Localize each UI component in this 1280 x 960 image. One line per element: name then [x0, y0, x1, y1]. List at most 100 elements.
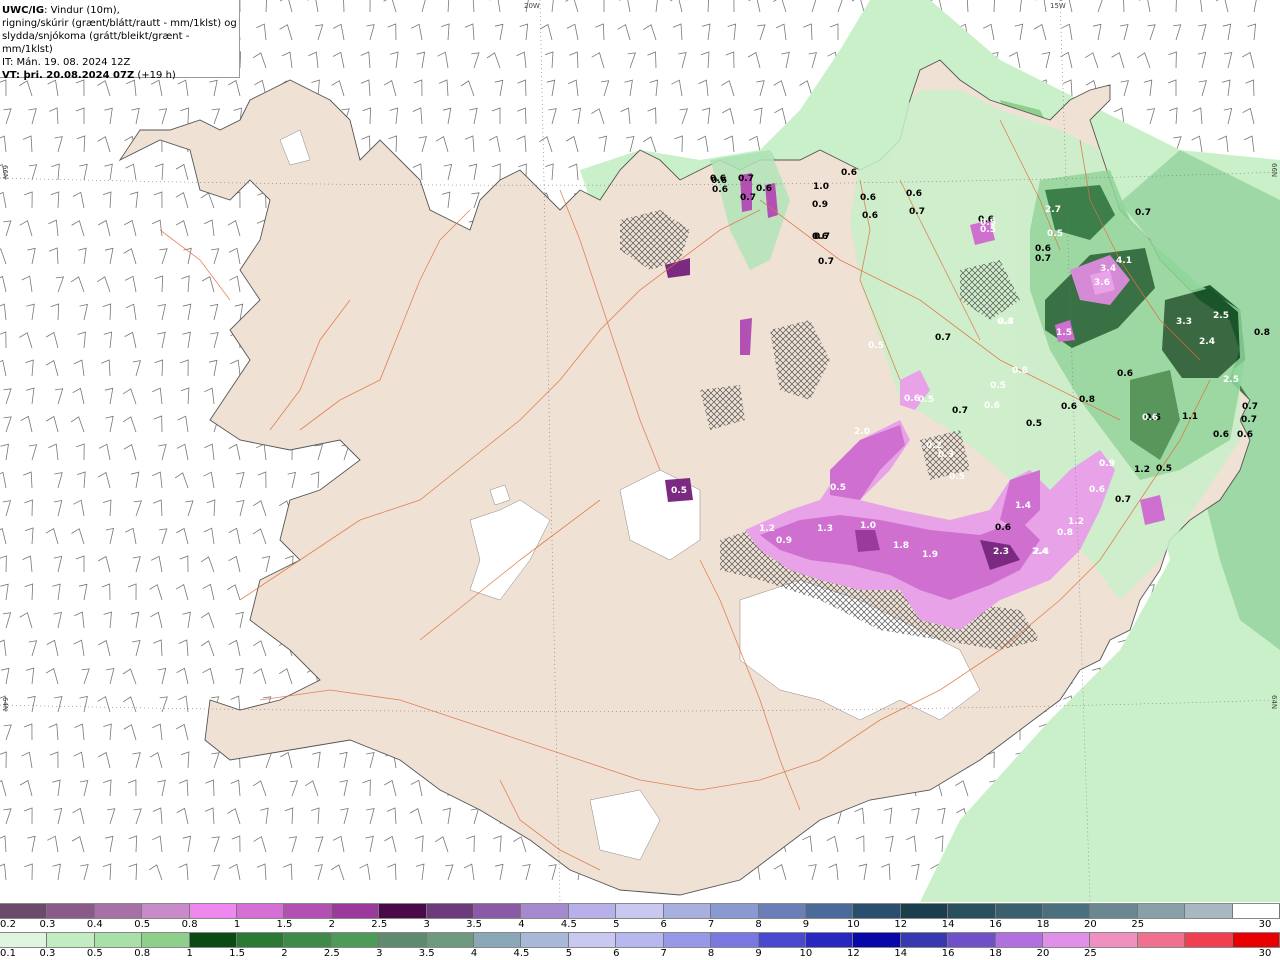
precip-value-label: 1.8: [893, 541, 909, 551]
precip-value-label: 0.7: [1241, 415, 1257, 425]
precip-value-label: 1.4: [1015, 501, 1031, 511]
snow-legend-label: 0.3: [39, 919, 56, 930]
title-line-2: rigning/skúrir (grænt/blátt/rautt - mm/1…: [2, 18, 237, 29]
rain-legend-cell: [521, 933, 569, 947]
precip-value-label: 0.6: [904, 394, 920, 404]
precip-value-label: 0.5: [980, 218, 996, 228]
precip-value-label: 0.8: [1057, 528, 1073, 538]
rain-legend-cell: [1232, 933, 1280, 947]
rain-legend-label: 14: [894, 948, 908, 959]
rain-legend-cell: [616, 933, 664, 947]
rain-legend-label: 16: [941, 948, 955, 959]
precip-value-label: 3.3: [1176, 317, 1192, 327]
snow-legend-label: 3.5: [466, 919, 483, 930]
snow-legend-label: 2.5: [371, 919, 388, 930]
precip-value-label: 0.8: [1012, 366, 1028, 376]
rain-legend-label: 7: [660, 948, 667, 959]
lon-label-20w: 20W: [524, 2, 540, 10]
rain-legend-cell: [474, 933, 522, 947]
precip-value-label: 4.1: [1116, 256, 1132, 266]
precip-value-label: 0.6: [1089, 485, 1105, 495]
snow-legend-label: 0.5: [134, 919, 151, 930]
precip-value-label: 0.6: [860, 193, 876, 203]
rain-legend-label: 0.8: [134, 948, 151, 959]
precip-value-label: 2.5: [1223, 375, 1239, 385]
rain-legend-labels: 0.1 0.3 0.5 0.8 1 1.5 2 2.5 3 3.5 4 4.5 5 6 7 8 9 10 12 14 1…: [0, 948, 1280, 960]
precip-value-label: 0.5: [918, 395, 934, 405]
precip-value-label: 0.6: [1061, 402, 1077, 412]
rain-legend-bar: [0, 932, 1280, 948]
precip-value-label: 0.5: [671, 486, 687, 496]
precip-value-label: 1.0: [813, 182, 829, 192]
snow-legend-label: 3: [423, 919, 430, 930]
precip-value-label: 0.6: [712, 185, 728, 195]
color-legend: 0.2 0.3 0.4 0.5 0.8 1 1.5 2 2.5 3 3.5 4 4.5 5 6 7 8 9 10 12…: [0, 903, 1280, 960]
rain-legend-label: 3: [376, 948, 383, 959]
precip-value-label: 0.7: [1242, 402, 1258, 412]
precip-value-label: 0.5: [949, 472, 965, 482]
precip-value-label: 1.1: [1182, 412, 1198, 422]
rain-legend-cell: [758, 933, 806, 947]
precip-value-label: 0.6: [1035, 244, 1051, 254]
snow-legend-label: 25: [1131, 919, 1145, 930]
map-title-box: UWC/IG: Vindur (10m), rigning/skúrir (gr…: [0, 0, 240, 81]
snow-legend-cell: [474, 904, 522, 918]
snow-legend-cell: [1090, 904, 1138, 918]
snow-legend-cell: [47, 904, 95, 918]
rain-legend-cell: [379, 933, 427, 947]
rain-legend-label: 20: [1036, 948, 1050, 959]
snow-legend-label: 1.5: [276, 919, 293, 930]
rain-legend-label: 10: [799, 948, 813, 959]
lat-label-64n-right: 64N: [1270, 695, 1278, 710]
rain-legend-cell: [805, 933, 854, 947]
snow-legend-label: 18: [1036, 919, 1050, 930]
lon-label-15w: 15W: [1050, 2, 1066, 10]
snow-legend-cell: [805, 904, 854, 918]
precip-value-label: 0.6: [862, 211, 878, 221]
snow-legend-cell: [426, 904, 475, 918]
precip-value-label: 1.3: [817, 524, 833, 534]
precip-value-label: 1.2: [759, 524, 775, 534]
snow-legend-label: 8: [755, 919, 762, 930]
precip-value-label: 0.7: [1115, 495, 1131, 505]
snow-legend-cell: [758, 904, 806, 918]
rain-legend-label: 1.5: [229, 948, 245, 959]
precip-value-label: 0.7: [738, 174, 754, 184]
precip-value-label: 0.7: [952, 406, 968, 416]
rain-legend-cell: [995, 933, 1043, 947]
precip-value-label: 0.5: [990, 381, 1006, 391]
title-line-1-text: : Vindur (10m),: [44, 5, 120, 16]
rain-legend-cell: [568, 933, 617, 947]
rain-legend-label: 0.5: [86, 948, 103, 959]
lat-label-66n-left: 66N: [1, 165, 9, 180]
precip-value-label: 0.5: [1047, 229, 1063, 239]
snow-legend-label: 4: [518, 919, 525, 930]
precip-value-label: 2.5: [1213, 311, 1229, 321]
precip-value-label: 0.7: [935, 333, 951, 343]
rain-legend-cell: [47, 933, 95, 947]
rain-legend-cell: [94, 933, 143, 947]
snow-legend-label: 9: [802, 919, 810, 930]
snow-legend-label: 4.5: [560, 919, 577, 930]
snow-legend-cell: [189, 904, 238, 918]
rain-legend-cell: [426, 933, 475, 947]
precip-value-label: 0.6: [995, 523, 1011, 533]
snow-legend-label: 12: [894, 919, 908, 930]
precip-value-label: 0.9: [1099, 459, 1115, 469]
precip-value-label: 0.7: [818, 257, 834, 267]
rain-legend-label: 2.5: [323, 948, 340, 959]
precip-value-label: 0.5: [830, 483, 846, 493]
rain-legend-label: 4: [470, 948, 478, 959]
precip-value-label: 2.3: [993, 547, 1009, 557]
precip-value-label: 0.5: [868, 341, 884, 351]
precip-value-label: 2.4: [1199, 337, 1215, 347]
snow-legend-label: 14: [941, 919, 955, 930]
snow-legend-label: 2: [328, 919, 336, 930]
precip-value-label: 0.7: [1135, 208, 1151, 218]
precip-value-label: 0.3: [938, 450, 954, 460]
rain-legend-label: 30: [1258, 948, 1272, 959]
rain-legend-cell: [663, 933, 712, 947]
valid-time-lead: (+19 h): [134, 70, 176, 81]
precip-value-label: 0.9: [776, 536, 792, 546]
precip-value-label: 0.6: [812, 232, 828, 242]
